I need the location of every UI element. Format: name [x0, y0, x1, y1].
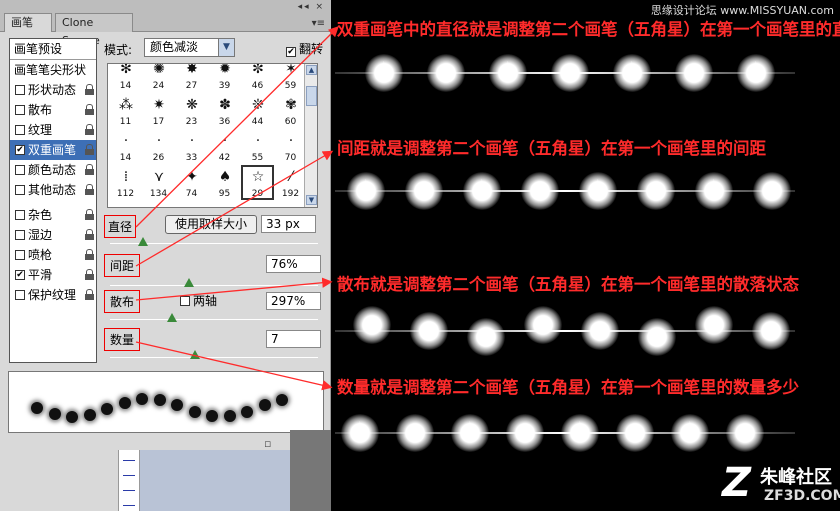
arrow-count [135, 341, 333, 391]
logo-domain: ZF3D.COM [764, 488, 840, 504]
arrow-scatter [135, 277, 333, 301]
annotation-arrows [135, 26, 339, 391]
logo-mark: Z [722, 460, 752, 506]
site-logo: Z 朱峰社区 ZF3D.COM [722, 461, 840, 511]
arrow-spacing [135, 150, 334, 267]
arrow-diameter [135, 26, 339, 228]
screenshot-root: ◂◂ × 画笔× Clone Source ▾≡ 画笔预设 画笔笔尖形状 形状动… [0, 0, 840, 511]
logo-name: 朱峰社区 [760, 467, 832, 488]
